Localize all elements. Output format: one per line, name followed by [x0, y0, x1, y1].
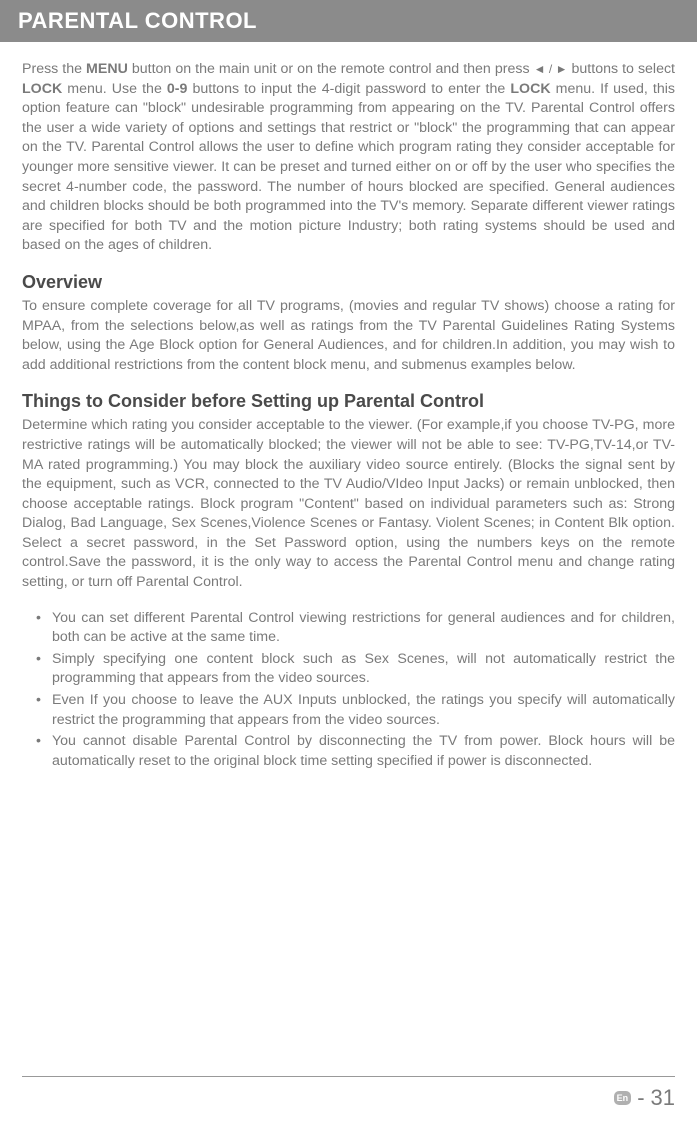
list-item: You cannot disable Parental Control by d…	[34, 732, 675, 771]
overview-paragraph: To ensure complete coverage for all TV p…	[22, 297, 675, 375]
intro-text: button on the main unit or on the remote…	[128, 61, 534, 77]
list-item: Simply specifying one content block such…	[34, 650, 675, 689]
lock-bold: LOCK	[22, 81, 62, 97]
page-content: Press the MENU button on the main unit o…	[0, 42, 697, 771]
page-header: PARENTAL CONTROL	[0, 0, 697, 42]
digits-bold: 0-9	[167, 81, 188, 97]
consider-paragraph: Determine which rating you consider acce…	[22, 416, 675, 592]
footer-divider	[22, 1076, 675, 1077]
overview-heading: Overview	[22, 272, 675, 293]
footer-dash: -	[637, 1085, 644, 1111]
bullet-list: You can set different Parental Control v…	[22, 609, 675, 772]
intro-paragraph: Press the MENU button on the main unit o…	[22, 60, 675, 256]
intro-text: menu. If used, this option feature can "…	[22, 81, 675, 254]
consider-heading: Things to Consider before Setting up Par…	[22, 391, 675, 412]
lock-bold-2: LOCK	[510, 81, 550, 97]
list-item: You can set different Parental Control v…	[34, 609, 675, 648]
intro-text: buttons to select	[568, 61, 676, 77]
intro-text: buttons to input the 4-digit password to…	[187, 81, 510, 97]
intro-text: menu. Use the	[62, 81, 167, 97]
list-item: Even If you choose to leave the AUX Inpu…	[34, 691, 675, 730]
intro-text: Press the	[22, 61, 86, 77]
menu-bold: MENU	[86, 61, 128, 77]
language-badge: En	[614, 1091, 632, 1105]
page-number: 31	[651, 1085, 675, 1111]
arrow-icons: ◄ / ►	[534, 62, 568, 76]
page-footer: En - 31	[614, 1085, 675, 1111]
